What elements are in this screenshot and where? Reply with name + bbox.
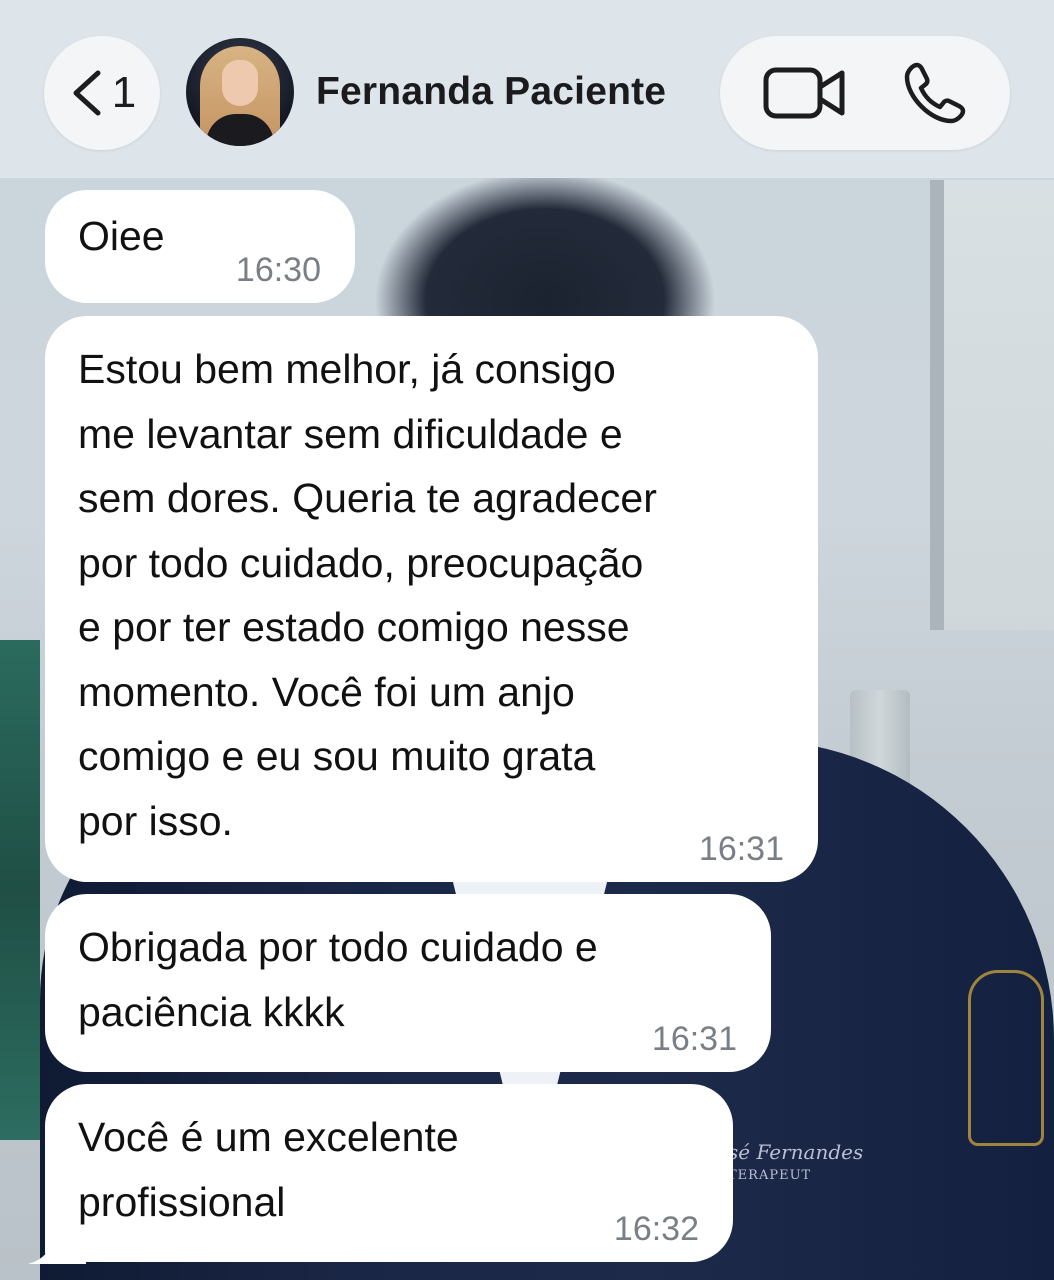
- voice-call-button[interactable]: [880, 36, 990, 150]
- avatar[interactable]: [186, 38, 294, 146]
- chevron-left-icon: [73, 70, 101, 116]
- message-time: 16:32: [613, 1210, 699, 1248]
- message-text: Você é um excelente profissional: [78, 1114, 459, 1225]
- embroidery-title: TERAPEUT: [728, 1168, 812, 1183]
- wallpaper-emblem: [968, 970, 1044, 1146]
- message-bubble[interactable]: Oiee 16:30: [45, 190, 355, 303]
- chat-header: 1 Fernanda Paciente: [0, 0, 1054, 178]
- message-bubble[interactable]: Obrigada por todo cuidado e paciência kk…: [45, 894, 771, 1072]
- message-bubble[interactable]: Você é um excelente profissional 16:32: [45, 1084, 733, 1262]
- wallpaper-embroidery: sé Fernandes TERAPEUT: [728, 1140, 863, 1188]
- unread-count: 1: [111, 68, 137, 117]
- contact-name: Fernanda Paciente: [316, 70, 667, 113]
- message-bubble[interactable]: Estou bem melhor, já consigo me levantar…: [45, 316, 818, 882]
- wallpaper-window: [930, 180, 1054, 630]
- message-time: 16:31: [651, 1020, 737, 1058]
- video-call-button[interactable]: [740, 36, 870, 150]
- message-text: Estou bem melhor, já consigo me levantar…: [78, 346, 657, 844]
- video-camera-icon: [763, 67, 845, 119]
- back-button[interactable]: 1: [44, 36, 160, 150]
- message-text: Obrigada por todo cuidado e paciência kk…: [78, 924, 598, 1035]
- call-actions: [720, 36, 1010, 150]
- message-time: 16:31: [698, 830, 784, 868]
- contact-info[interactable]: Fernanda Paciente: [186, 38, 666, 146]
- message-text: Oiee: [78, 213, 165, 259]
- message-time: 16:30: [235, 251, 321, 289]
- wallpaper-bookshelf: [0, 640, 40, 1140]
- embroidery-name: sé Fernandes: [728, 1140, 864, 1164]
- phone-icon: [904, 62, 966, 124]
